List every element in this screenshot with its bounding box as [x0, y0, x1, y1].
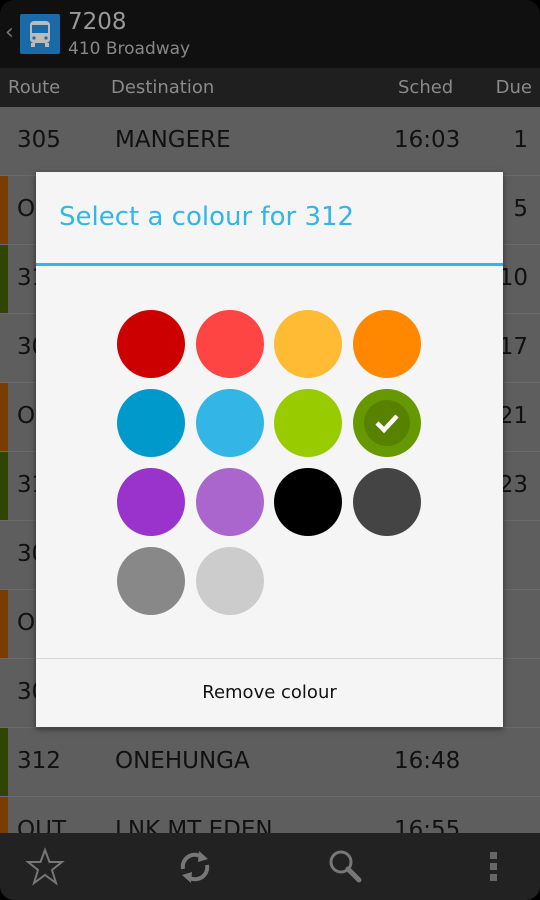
sched-cell: 16:48 [394, 748, 461, 774]
stop-address: 410 Broadway [68, 39, 191, 59]
route-cell: 312 [17, 748, 61, 774]
route-colour-stripe [0, 659, 8, 727]
route-colour-stripe [0, 452, 8, 520]
route-colour-stripe [0, 383, 8, 451]
destination-cell: ONEHUNGA [115, 748, 250, 774]
title-divider [36, 263, 503, 266]
colour-swatch[interactable] [117, 389, 185, 457]
due-cell: 10 [498, 265, 528, 291]
due-cell: 5 [513, 196, 528, 222]
route-colour-stripe [0, 107, 8, 175]
search-icon[interactable] [325, 847, 365, 887]
colour-swatch[interactable] [195, 310, 264, 378]
overflow-menu-icon[interactable] [474, 847, 514, 887]
colour-swatch[interactable] [117, 468, 185, 536]
route-cell: 305 [17, 127, 61, 153]
bus-icon[interactable] [20, 14, 60, 54]
back-chevron-icon[interactable]: ‹ [5, 20, 14, 45]
route-cell: O [17, 610, 36, 636]
colour-swatch[interactable] [195, 547, 264, 615]
colour-swatch[interactable] [195, 389, 264, 457]
colour-swatch[interactable] [117, 547, 185, 615]
colour-swatch[interactable] [195, 468, 264, 536]
route-colour-stripe [0, 590, 8, 658]
route-cell: O [17, 196, 36, 222]
remove-colour-button[interactable]: Remove colour [36, 659, 503, 727]
sched-cell: 16:55 [394, 817, 461, 833]
colour-swatch[interactable] [274, 468, 343, 536]
due-cell: 23 [498, 472, 528, 498]
refresh-icon[interactable] [175, 847, 215, 887]
route-colour-stripe [0, 314, 8, 382]
table-row[interactable]: OUT LNK MT EDEN 16:55 [0, 797, 540, 833]
table-row[interactable]: 305 MANGERE 16:03 1 [0, 107, 540, 176]
colour-swatch[interactable] [274, 389, 343, 457]
due-cell: 21 [498, 403, 528, 429]
colour-swatch[interactable] [353, 310, 422, 378]
sched-cell: 16:03 [394, 127, 461, 153]
route-cell: OUT [17, 817, 66, 833]
colour-swatch[interactable] [353, 468, 422, 536]
colour-swatch[interactable] [117, 310, 185, 378]
bottom-action-bar [0, 833, 540, 900]
destination-cell: LNK MT EDEN [115, 817, 273, 833]
stop-number: 7208 [68, 9, 127, 35]
route-colour-stripe [0, 245, 8, 313]
colour-swatch[interactable] [274, 310, 343, 378]
column-route: Route [8, 77, 61, 98]
route-colour-stripe [0, 521, 8, 589]
route-colour-stripe [0, 176, 8, 244]
colour-swatch[interactable] [353, 389, 422, 457]
colour-picker-dialog: Select a colour for 312 Remove colour [36, 172, 503, 727]
action-bar: ‹ 7208 410 Broadway [0, 0, 540, 68]
table-row[interactable]: 312 ONEHUNGA 16:48 [0, 728, 540, 797]
selected-indicator [364, 400, 411, 446]
dialog-title: Select a colour for 312 [59, 202, 355, 232]
route-cell: O [17, 403, 36, 429]
column-sched: Sched [398, 77, 454, 98]
due-cell: 1 [513, 127, 528, 153]
column-headers: Route Destination Sched Due [0, 68, 540, 107]
checkmark-icon [375, 414, 399, 434]
column-due: Due [495, 77, 532, 98]
star-icon[interactable] [25, 847, 65, 887]
due-cell: 17 [498, 334, 528, 360]
column-destination: Destination [111, 77, 215, 98]
route-colour-stripe [0, 728, 8, 796]
route-colour-stripe [0, 797, 8, 833]
destination-cell: MANGERE [115, 127, 231, 153]
